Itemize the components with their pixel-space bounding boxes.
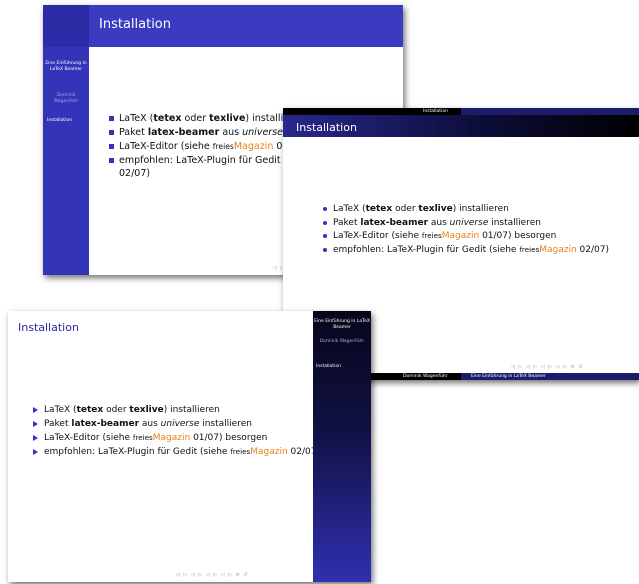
- list-item: empfohlen: LaTeX-Plugin für Gedit (siehe…: [32, 446, 322, 459]
- bullet-list: LaTeX (tetex oder texlive) installieren …: [32, 404, 322, 460]
- sidebar-talk-title: Eine Einführung in LaTeX Beamer: [45, 61, 87, 72]
- slide-right-sidebar: Installation LaTeX (tetex oder texlive) …: [8, 311, 371, 582]
- sidebar-section[interactable]: Installation: [47, 118, 72, 123]
- navigation-symbols[interactable]: ◁ ▷ ◁ ▷ ◁ ▷ ◁ ▷ ≡ ↺: [511, 364, 583, 370]
- frame-title-bar: Installation: [89, 5, 403, 47]
- headline-section[interactable]: Installation: [423, 108, 448, 115]
- list-item: LaTeX-Editor (siehe freiesMagazin 01/07)…: [32, 432, 322, 445]
- sidebar-section[interactable]: Installation: [316, 364, 341, 369]
- frame-title: Installation: [99, 17, 172, 32]
- footline-talk-title: Eine Einführung in LaTeX Beamer: [471, 374, 546, 379]
- sidebar-corner: [43, 5, 89, 47]
- list-item: LaTeX (tetex oder texlive) installieren: [32, 404, 322, 417]
- sidebar-author: Dominik Wagenführ: [319, 339, 365, 344]
- list-item: LaTeX-Editor (siehe freiesMagazin 01/07)…: [321, 230, 631, 243]
- list-item: empfohlen: LaTeX-Plugin für Gedit (siehe…: [321, 244, 631, 257]
- frame-title: Installation: [296, 121, 357, 134]
- footline-author: Dominik Wagenführ: [403, 374, 448, 379]
- list-item: LaTeX (tetex oder texlive) installieren: [321, 203, 631, 216]
- sidebar-talk-title: Eine Einführung in LaTeX Beamer: [314, 319, 370, 330]
- list-item: Paket latex-beamer aus universe installi…: [321, 217, 631, 230]
- list-item: Paket latex-beamer aus universe installi…: [32, 418, 322, 431]
- navigation-symbols[interactable]: ◁ ▷ ◁ ▷ ◁ ▷ ◁ ▷ ≡ ↺: [176, 572, 248, 578]
- sidebar-author: Dominik Wagenführ: [53, 93, 79, 104]
- bullet-list: LaTeX (tetex oder texlive) installieren …: [321, 203, 631, 257]
- frame-title: Installation: [18, 321, 79, 334]
- frame-title-bar: Installation: [283, 115, 639, 137]
- headline-bar: Installation: [283, 108, 639, 115]
- sidebar: Eine Einführung in LaTeX Beamer Dominik …: [313, 311, 371, 582]
